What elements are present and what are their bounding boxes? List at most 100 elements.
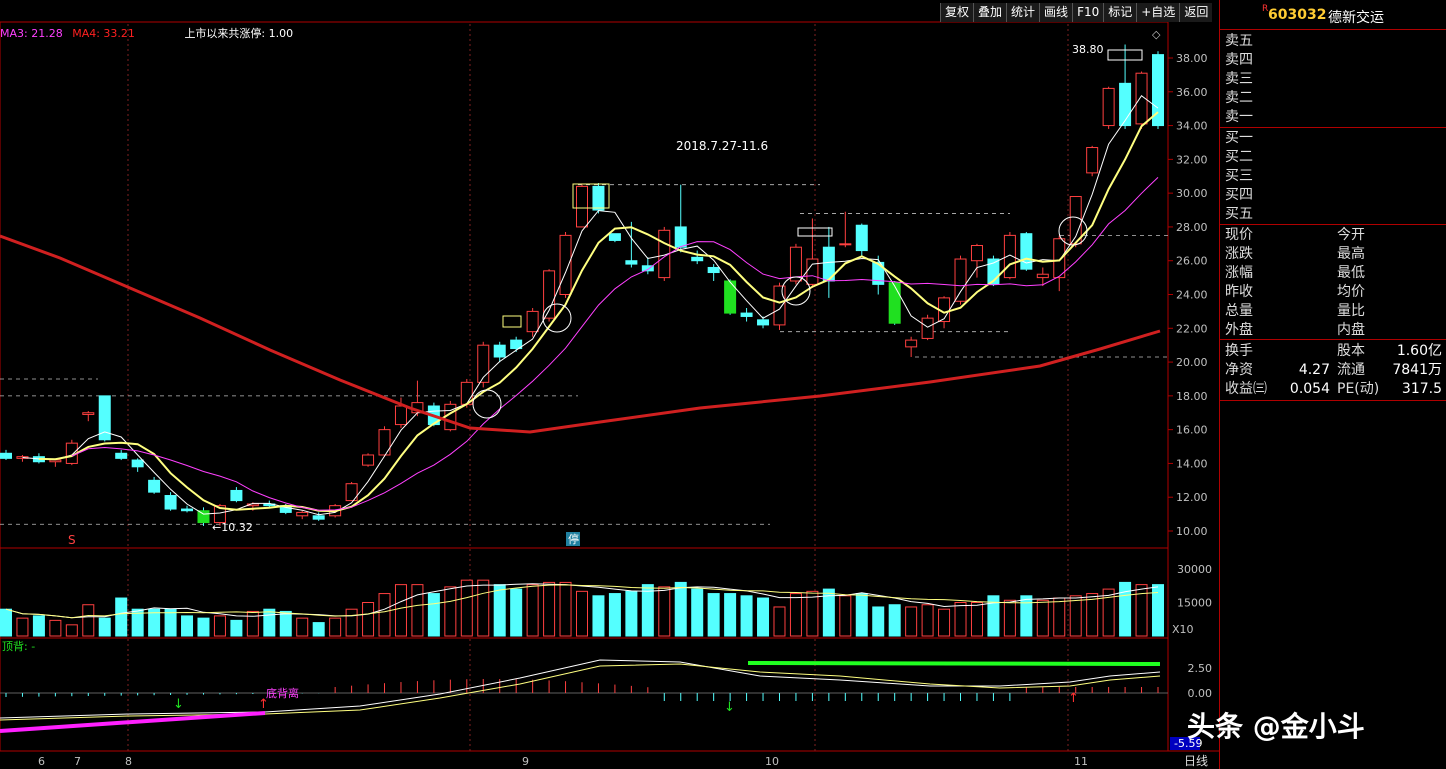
candle-body (131, 459, 144, 468)
quote-label: 今开 (1337, 227, 1365, 243)
volume-bar (329, 617, 342, 637)
toolbar-button-3[interactable]: 画线 (1039, 3, 1073, 22)
fund-value: 317.5 (1401, 381, 1442, 397)
buy-level-label: 买二 (1225, 149, 1253, 165)
limit-up-count: 上市以来共涨停: 1.00 (184, 27, 294, 40)
candle-body (905, 339, 918, 348)
candle-body (806, 258, 819, 285)
volume-bar (460, 579, 473, 637)
toolbar-button-7[interactable]: 返回 (1179, 3, 1213, 22)
volume-bar (806, 590, 819, 637)
fund-label: 净资 (1225, 362, 1253, 378)
price-axis-label: 36.00 (1176, 86, 1208, 99)
volume-bar (427, 593, 440, 637)
price-axis-label: 18.00 (1176, 390, 1208, 403)
volume-bar (938, 608, 951, 637)
volume-bar (559, 581, 572, 637)
candle-body (526, 310, 539, 333)
volume-bar (921, 604, 934, 637)
candle-body (115, 452, 128, 459)
fund-label: 收益㈢ (1225, 381, 1267, 397)
volume-bar (740, 595, 753, 637)
volume-bar (1119, 581, 1132, 637)
kline-chart[interactable]: 38.00 36.00 34.00 32.00 30.00 28.00 26.00 24.00… (0, 0, 1219, 769)
candle-body (1119, 82, 1132, 127)
price-axis-label: 26.00 (1176, 255, 1208, 268)
volume-bar (872, 606, 885, 637)
volume-bar (98, 617, 111, 637)
toolbar-button-0[interactable]: 复权 (940, 3, 974, 22)
divider (1220, 400, 1446, 401)
candle-body (839, 243, 852, 246)
volume-bar (82, 604, 95, 637)
quote-label: 涨幅 (1225, 265, 1253, 281)
volume-bar (378, 593, 391, 637)
volume-bar (16, 617, 29, 637)
month-label: 9 (522, 755, 529, 768)
sell-level-label: 卖五 (1225, 33, 1253, 49)
volume-bar (905, 606, 918, 637)
watermark: 头条 @金小斗 (1187, 710, 1365, 743)
sell-level-label: 卖二 (1225, 90, 1253, 106)
volume-bar (691, 588, 704, 637)
signal-box (502, 315, 522, 328)
volume-bar (789, 593, 802, 637)
divider (1220, 127, 1446, 128)
fund-label: 流通 (1337, 362, 1365, 378)
divider (1220, 29, 1446, 30)
volume-bar (312, 622, 325, 637)
down-arrow-icon: ↓ (724, 700, 735, 715)
macd-axis-label: 0.00 (1188, 687, 1213, 700)
candle-body (49, 459, 62, 463)
buy-level-label: 买三 (1225, 168, 1253, 184)
volume-bar (773, 606, 786, 637)
quote-label: 内盘 (1337, 322, 1365, 338)
price-axis-label: 12.00 (1176, 491, 1208, 504)
toolbar-button-4[interactable]: F10 (1072, 3, 1104, 22)
volume-bar (608, 593, 621, 637)
volume-bar (181, 615, 194, 637)
candle-body (148, 479, 161, 493)
down-arrow-icon: ↓ (173, 697, 184, 712)
volume-bar (477, 579, 490, 637)
s-mark: S (68, 533, 76, 547)
divider (1220, 339, 1446, 340)
candle-body (164, 495, 177, 510)
volume-bar (1069, 595, 1082, 637)
volume-bar (1003, 599, 1016, 637)
volume-bar (49, 619, 62, 637)
volume-bar (1020, 595, 1033, 637)
sell-level-label: 卖四 (1225, 52, 1253, 68)
toolbar-button-5[interactable]: 标记 (1103, 3, 1137, 22)
stock-code: 603032 (1268, 7, 1327, 23)
candle-body (970, 245, 983, 262)
bottom-divergence-label: 底背离 (266, 686, 299, 700)
quote-panel: R 603032 德新交运 卖五 卖四 卖三 卖二 卖一 买一 买二 买三 买四 买五 现价 今开涨… (1219, 0, 1446, 769)
quote-label: 昨收 (1225, 284, 1253, 300)
fund-value: 4.27 (1298, 362, 1330, 378)
toolbar-button-1[interactable]: 叠加 (973, 3, 1007, 22)
volume-bar (213, 615, 226, 637)
candle-body (1020, 233, 1033, 270)
toolbar-button-2[interactable]: 统计 (1006, 3, 1040, 22)
fund-label: 换手 (1225, 343, 1253, 359)
toolbar-button-6[interactable]: +自选 (1136, 3, 1180, 22)
volume-bar (757, 597, 770, 637)
volume-bar (65, 624, 78, 637)
volume-axis-label: 30000 (1177, 563, 1212, 576)
stock-name: 德新交运 (1328, 10, 1384, 26)
candle-body (0, 452, 12, 459)
volume-bar (394, 584, 407, 637)
period-label: 日线 (1184, 754, 1209, 768)
price-axis-label: 22.00 (1176, 322, 1208, 335)
volume-axis-label: 15000 (1177, 597, 1212, 610)
volume-bar (526, 584, 539, 637)
volume-bar (115, 597, 128, 637)
low-annotation: ←10.32 (212, 521, 253, 534)
quote-label: 量比 (1337, 303, 1365, 319)
volume-bar (1135, 584, 1148, 637)
volume-bar (246, 610, 259, 637)
volume-bar (658, 586, 671, 637)
candle-body (757, 319, 770, 326)
volume-bar (625, 590, 638, 637)
